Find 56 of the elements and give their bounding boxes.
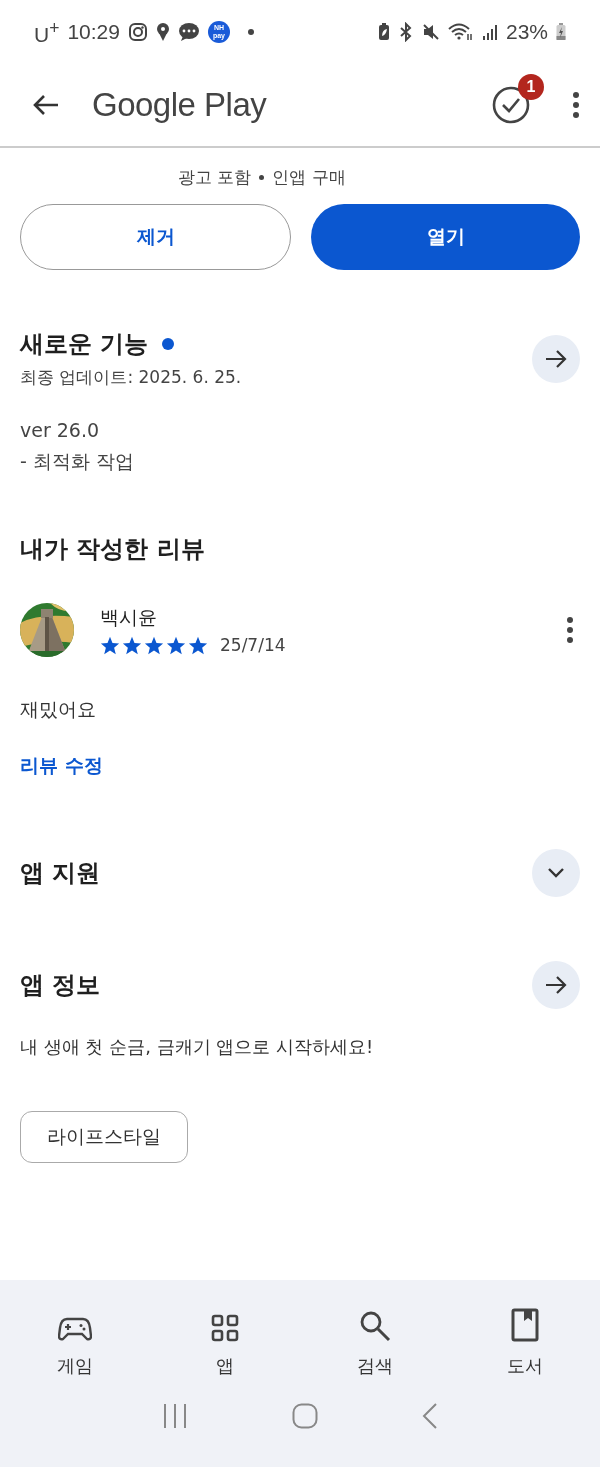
- gamepad-icon: [58, 1316, 92, 1342]
- notification-badge: 1: [518, 74, 544, 100]
- review-date: 25/7/14: [220, 635, 286, 655]
- release-note: ver 26.0: [20, 419, 101, 441]
- battery-saver-icon: [377, 23, 390, 41]
- search-icon: [359, 1310, 391, 1342]
- more-notifications-icon: [247, 29, 254, 35]
- section-title: 새로운 기능: [20, 329, 149, 360]
- update-date: 최종 업데이트: 2025. 6. 25.: [20, 366, 242, 389]
- edit-review-link[interactable]: 리뷰 수정: [20, 753, 103, 779]
- open-button[interactable]: 열기: [311, 204, 580, 270]
- review-text: 재밌어요: [20, 697, 96, 722]
- back-arrow-icon[interactable]: [32, 93, 60, 117]
- status-time: 10:29: [67, 20, 120, 44]
- more-options-icon[interactable]: [566, 616, 574, 644]
- section-title: 내가 작성한 리뷰: [20, 534, 205, 565]
- app-meta: 광고 포함: [178, 165, 252, 189]
- battery-charging-icon: [556, 23, 566, 41]
- chat-icon: [177, 22, 200, 42]
- app-title: Google Play: [92, 86, 268, 124]
- star-icon: [122, 635, 142, 655]
- nav-tab[interactable]: 게임: [20, 1298, 130, 1378]
- star-icon: [144, 635, 164, 655]
- arrow-button[interactable]: [532, 334, 580, 383]
- pin-icon: [155, 22, 170, 42]
- camera-icon: [127, 22, 148, 42]
- star-icon: [188, 635, 208, 655]
- star-icon: [166, 635, 186, 655]
- arrow-right-icon: [545, 349, 567, 368]
- app-description: 내 생애 첫 순금, 금캐기 앱으로 시작하세요!: [20, 1035, 375, 1059]
- signal-icon: [481, 23, 498, 41]
- nav-tab[interactable]: 검색: [320, 1298, 430, 1378]
- recent-apps-icon[interactable]: [162, 1403, 188, 1429]
- nav-tab[interactable]: 도서: [470, 1298, 580, 1378]
- app-meta: 인앱 구매: [272, 165, 346, 189]
- carrier-label: U$^{+}$: [34, 17, 60, 47]
- chevron-icon: [547, 867, 565, 879]
- back-icon[interactable]: [422, 1402, 438, 1430]
- uninstall-button[interactable]: 제거: [20, 204, 291, 270]
- arrow-button[interactable]: [532, 961, 580, 1009]
- book-icon: [511, 1308, 539, 1342]
- more-options-icon[interactable]: [572, 91, 580, 119]
- section-title: 앱 정보: [20, 970, 101, 1001]
- mute-icon: [421, 23, 440, 41]
- nav-tab[interactable]: 앱: [170, 1298, 280, 1378]
- release-note: - 최적화 작업: [20, 449, 135, 474]
- home-icon[interactable]: [292, 1403, 318, 1429]
- arrow-right-icon: [545, 976, 567, 994]
- star-icon: [100, 635, 120, 655]
- section-title: 앱 지원: [20, 858, 101, 889]
- separator-dot: [259, 174, 265, 180]
- apps-grid-icon: [211, 1314, 239, 1342]
- category-chip[interactable]: 라이프스타일: [20, 1111, 188, 1163]
- reviewer-name: 백시윤: [100, 605, 158, 630]
- wifi-icon: [447, 23, 474, 41]
- battery-percent: 23%: [505, 20, 548, 44]
